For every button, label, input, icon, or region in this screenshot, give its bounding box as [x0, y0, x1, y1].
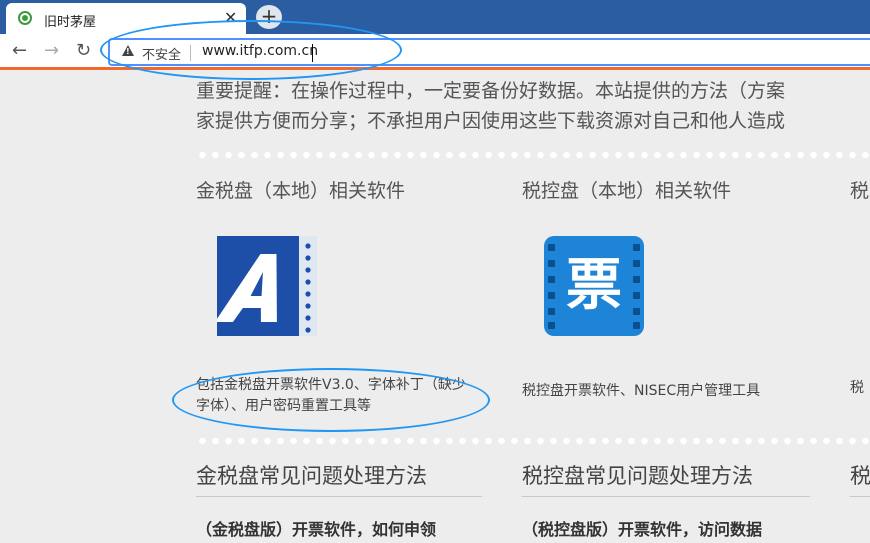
notice-line-2: 家提供方便而分享；不承担用户因使用这些下载资源对自己和他人造成 — [196, 110, 786, 132]
browser-tab[interactable]: 旧时茅屋 ✕ — [6, 3, 246, 34]
piao-app-icon[interactable]: 票 — [544, 236, 644, 336]
third-software-title[interactable]: 税 — [850, 176, 869, 203]
dotted-divider-2 — [196, 437, 870, 445]
url-text[interactable]: www.itfp.com.cn — [202, 43, 318, 59]
address-bar[interactable]: 不安全 www.itfp.com.cn — [108, 38, 870, 66]
jinshui-software-title[interactable]: 金税盘（本地）相关软件 — [196, 176, 405, 203]
new-tab-button[interactable]: + — [256, 5, 282, 29]
third-faq-heading[interactable]: 税 — [850, 460, 870, 497]
shuikong-article-link[interactable]: （税控盘版）开票软件，访问数据 — [522, 516, 762, 540]
browser-toolbar: ← → ↻ 不安全 www.itfp.com.cn — [0, 34, 870, 70]
jinshui-software-description: 包括金税盘开票软件V3.0、字体补丁（缺少字体）、用户密码重置工具等 — [196, 377, 466, 414]
warning-icon[interactable] — [122, 45, 134, 56]
omnibox-divider — [190, 45, 191, 61]
notice-line-1: 重要提醒：在操作过程中，一定要备份好数据。本站提供的方法（方案 — [196, 80, 786, 102]
piao-glyph: 票 — [566, 253, 622, 318]
close-tab-icon[interactable]: ✕ — [224, 8, 237, 28]
shuikong-software-description: 税控盘开票软件、NISEC用户管理工具 — [522, 383, 761, 399]
reload-icon[interactable]: ↻ — [76, 41, 91, 61]
shuikong-faq-heading[interactable]: 税控盘常见问题处理方法 — [522, 460, 810, 497]
text-caret — [312, 44, 313, 62]
forward-arrow-icon[interactable]: → — [44, 41, 59, 61]
browser-tab-strip: 旧时茅屋 ✕ + — [0, 0, 870, 34]
jinshui-app-icon[interactable] — [217, 236, 317, 336]
security-indicator[interactable]: 不安全 — [142, 44, 181, 63]
jinshui-faq-heading[interactable]: 金税盘常见问题处理方法 — [196, 460, 482, 497]
jinshui-article-link[interactable]: （金税盘版）开票软件，如何申领 — [196, 516, 436, 540]
back-arrow-icon[interactable]: ← — [12, 41, 27, 61]
site-favicon-icon — [18, 11, 32, 25]
shuikong-software-title[interactable]: 税控盘（本地）相关软件 — [522, 176, 731, 203]
third-software-description: 税 — [850, 380, 864, 396]
tab-title: 旧时茅屋 — [44, 15, 97, 30]
dotted-divider — [196, 151, 870, 159]
